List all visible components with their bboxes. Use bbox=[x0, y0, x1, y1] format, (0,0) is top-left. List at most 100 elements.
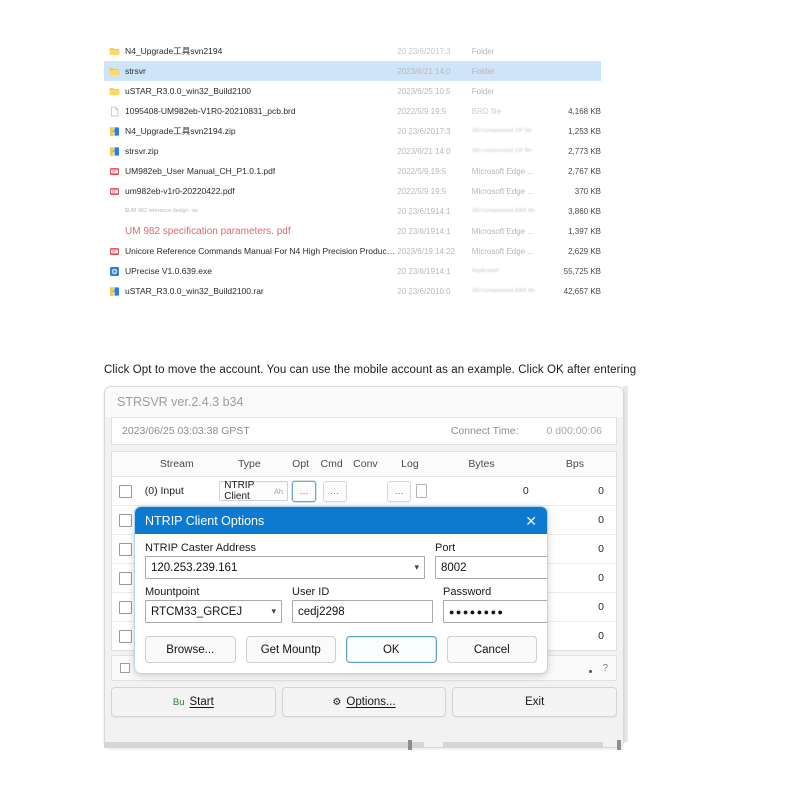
taskbar-nub-left bbox=[408, 740, 412, 750]
close-icon[interactable]: ✕ bbox=[525, 514, 537, 528]
start-button[interactable]: Bu Start bbox=[111, 687, 276, 717]
stream-row[interactable]: (0) Input NTRIP Client Ah......... 0 0 bbox=[112, 477, 616, 506]
file-row[interactable]: um982eb-v1r0-20220422.pdf 2022/5/9 19:5 Mi… bbox=[104, 181, 601, 201]
stream-enable-checkbox[interactable] bbox=[118, 484, 132, 498]
stream-type-combo[interactable]: NTRIP Client Ah bbox=[219, 480, 289, 502]
chevron-down-icon[interactable]: ▾ bbox=[414, 562, 419, 573]
file-row[interactable]: N4_Upgrade工具svn2194 20 23/6/2017:3 Folder bbox=[104, 41, 601, 61]
col-conv: Conv bbox=[353, 458, 378, 470]
file-row[interactable]: strsvr 2023/6/21 14:0 Folder bbox=[104, 61, 601, 81]
get-mountpoint-button[interactable]: Get Mountp bbox=[245, 636, 336, 663]
password-value: ●●●●●●●● bbox=[449, 606, 505, 617]
col-bytes: Bytes bbox=[468, 458, 495, 470]
log-button[interactable]: ... bbox=[387, 480, 412, 502]
password-input[interactable]: ●●●●●●●● bbox=[443, 600, 547, 623]
file-type: Folder bbox=[471, 66, 495, 76]
pdf-icon bbox=[109, 246, 120, 257]
browse-button[interactable]: Browse... bbox=[145, 636, 236, 663]
exit-label: Exit bbox=[525, 696, 545, 708]
file-type: 360 compressed ZIP file bbox=[471, 148, 533, 154]
folder-icon bbox=[109, 86, 120, 97]
file-date: 2023/6/19 14:22 bbox=[397, 246, 456, 256]
file-type: Application bbox=[471, 268, 500, 274]
col-stream: Stream bbox=[159, 458, 194, 470]
resize-grip-icon[interactable] bbox=[583, 664, 593, 673]
file-name: 1095408-UM982eb-V1R0-20210831_pcb.brd bbox=[125, 106, 296, 116]
port-label: Port bbox=[435, 542, 456, 554]
password-label: Password bbox=[443, 586, 492, 598]
start-label: Start bbox=[189, 696, 214, 708]
ntrip-dialog-body: NTRIP Caster Address 120.253.239.161 ▾ P… bbox=[135, 534, 547, 673]
stream-enable-checkbox[interactable] bbox=[118, 571, 132, 585]
stream-table-header: Stream Type Opt Cmd Conv Log Bytes Bps bbox=[112, 452, 616, 477]
bps-value: 0 bbox=[598, 514, 605, 526]
options-button[interactable]: ⚙ Options... bbox=[281, 687, 447, 717]
file-type: 360 compressed RAR file bbox=[471, 208, 536, 214]
ok-button[interactable]: OK bbox=[346, 636, 437, 663]
file-date: 20 23/6/1914:1 bbox=[397, 266, 451, 276]
bps-value: 0 bbox=[598, 630, 605, 642]
exit-button[interactable]: Exit bbox=[452, 687, 618, 717]
bps-value: 0 bbox=[598, 543, 605, 555]
file-date: 20 23/6/2017:3 bbox=[397, 126, 451, 136]
file-type: Microsoft Edge ... bbox=[471, 186, 535, 196]
file-name: $UM 982 reference design. rar bbox=[125, 208, 199, 214]
file-row[interactable]: 1095408-UM982eb-V1R0-20210831_pcb.brd 202… bbox=[104, 101, 601, 121]
file-explorer-list[interactable]: N4_Upgrade工具svn2194 20 23/6/2017:3 Folder s… bbox=[104, 41, 601, 301]
file-row[interactable]: UM982eb_User Manual_CH_P1.0.1.pdf 2022/5/… bbox=[104, 161, 601, 181]
cancel-button[interactable]: Cancel bbox=[446, 636, 537, 663]
port-input[interactable]: 8002 bbox=[435, 556, 547, 579]
file-date: 2023/6/21 14:0 bbox=[397, 146, 451, 156]
strsvr-title: STRSVR ver.2.4.3 b34 bbox=[105, 387, 623, 417]
file-size: 370 KB bbox=[574, 186, 602, 196]
file-date: 2022/5/9 19:5 bbox=[397, 186, 447, 196]
log-enable-box[interactable] bbox=[416, 484, 428, 498]
caster-address-input[interactable]: 120.253.239.161 ▾ bbox=[145, 556, 425, 579]
file-name: N4_Upgrade工具svn2194 bbox=[125, 46, 223, 56]
file-row[interactable]: uSTAR_R3.0.0_win32_Build2100.rar 20 23/6/… bbox=[104, 281, 601, 301]
userid-value: cedj2298 bbox=[298, 605, 345, 618]
file-type: 360 compressed RAR file bbox=[471, 288, 536, 294]
pdf-icon bbox=[109, 166, 120, 177]
port-value: 8002 bbox=[441, 561, 467, 574]
userid-input[interactable]: cedj2298 bbox=[292, 600, 433, 623]
zip-icon bbox=[109, 126, 120, 137]
col-cmd: Cmd bbox=[320, 458, 343, 470]
help-icon[interactable]: ? bbox=[602, 663, 608, 674]
bps-value: 0 bbox=[598, 572, 605, 584]
bytes-value: 0 bbox=[522, 485, 529, 497]
file-date: 20 23/6/1914:1 bbox=[397, 206, 451, 216]
col-log: Log bbox=[401, 458, 419, 470]
ntrip-dialog-titlebar: NTRIP Client Options ✕ bbox=[135, 507, 547, 534]
file-name: strsvr bbox=[125, 66, 146, 76]
stream-enable-checkbox[interactable] bbox=[118, 513, 132, 527]
mountpoint-input[interactable]: RTCM33_GRCEJ ▾ bbox=[145, 600, 282, 623]
file-row[interactable]: Unicore Reference Commands Manual For N4… bbox=[104, 241, 601, 261]
cmd-button[interactable]: ... bbox=[322, 480, 347, 502]
folder-icon bbox=[109, 46, 120, 57]
file-row[interactable]: uSTAR_R3.0.0_win32_Build2100 2023/6/25 10… bbox=[104, 81, 601, 101]
file-size: 1,397 KB bbox=[568, 226, 602, 236]
file-date: 2022/5/9 19:5 bbox=[397, 166, 447, 176]
file-name: UPrecise V1.0.639.exe bbox=[125, 266, 212, 276]
stream-enable-checkbox[interactable] bbox=[118, 542, 132, 556]
file-row[interactable]: N4_Upgrade工具svn2194.zip 20 23/6/2017:3 360… bbox=[104, 121, 601, 141]
chevron-down-icon[interactable]: ▾ bbox=[271, 606, 276, 617]
file-row[interactable]: UM 982 specification parameters. pdf 20 2… bbox=[104, 221, 601, 241]
stream-enable-checkbox[interactable] bbox=[118, 629, 132, 643]
opt-button[interactable]: ... bbox=[292, 480, 317, 502]
file-row[interactable]: UPrecise V1.0.639.exe 20 23/6/1914:1 Appli… bbox=[104, 261, 601, 281]
connect-time-value: 0 d00:00:06 bbox=[546, 425, 602, 437]
stream-enable-checkbox[interactable] bbox=[118, 600, 132, 614]
file-date: 2023/6/21 14:0 bbox=[397, 66, 451, 76]
file-type: Microsoft Edge ... bbox=[471, 246, 535, 256]
strsvr-button-row: Bu Start ⚙ Options... Exit bbox=[111, 687, 618, 717]
file-type: Microsoft Edge ... bbox=[471, 226, 535, 236]
taskbar-nub-right bbox=[617, 740, 621, 750]
gear-icon: ⚙ bbox=[332, 696, 342, 708]
userid-label: User ID bbox=[292, 586, 330, 598]
no-icon bbox=[109, 206, 120, 217]
file-row[interactable]: $UM 982 reference design. rar 20 23/6/191… bbox=[104, 201, 601, 221]
file-row[interactable]: strsvr.zip 2023/6/21 14:0 360 compressed Z… bbox=[104, 141, 601, 161]
strsvr-status-bar: 2023/06/25 03:03:38 GPST Connect Time: 0… bbox=[111, 417, 617, 445]
